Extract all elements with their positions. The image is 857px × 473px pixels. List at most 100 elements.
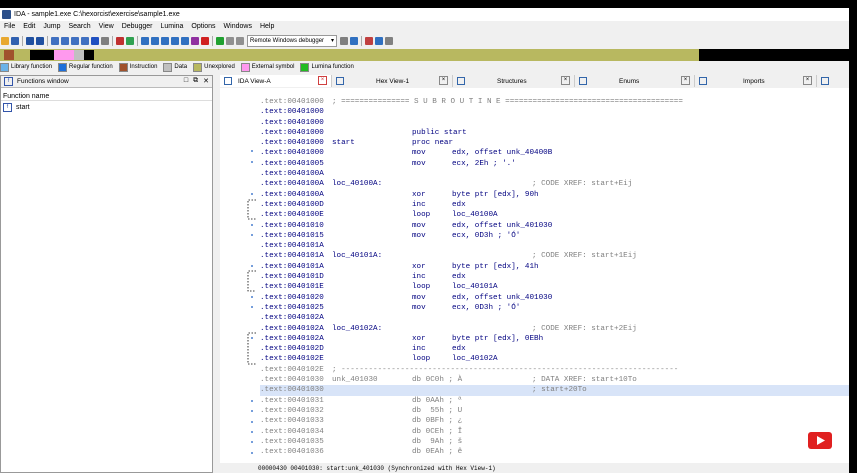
code-line[interactable]: .text:0040102A xor byte ptr [edx], 0EBh: [260, 334, 849, 344]
line-label[interactable]: loc_40100A:: [332, 179, 382, 189]
code-line[interactable]: .text:00401010 mov edx, offset unk_401030: [260, 221, 849, 231]
code-line[interactable]: .text:0040101A xor byte ptr [edx], 41h: [260, 262, 849, 272]
debugger-select[interactable]: Remote Windows debugger ▾: [247, 34, 337, 47]
line-label[interactable]: ; =============== S U B R O U T I N E ==…: [332, 97, 683, 107]
menu-lumina[interactable]: Lumina: [156, 23, 187, 30]
close-icon[interactable]: ×: [803, 76, 812, 85]
line-label[interactable]: unk_401030: [332, 375, 378, 385]
code-line[interactable]: .text:00401035 db 9Ah ; š: [260, 437, 849, 447]
code-line[interactable]: .text:00401031 db 0AAh ; ª: [260, 396, 849, 406]
menu-file[interactable]: File: [0, 23, 19, 30]
tab-enums[interactable]: Enums ×: [575, 75, 695, 87]
code-line[interactable]: .text:00401000 mov edx, offset unk_40400B: [260, 148, 849, 158]
patch-icon[interactable]: [191, 36, 199, 45]
code-line[interactable]: .text:0040100E loop loc_40100A: [260, 210, 849, 220]
line-operands[interactable]: ecx, 0D3h ; 'Ó': [452, 303, 520, 313]
delete-icon[interactable]: [201, 36, 209, 45]
refresh-icon[interactable]: [350, 36, 358, 45]
menu-windows[interactable]: Windows: [220, 23, 256, 30]
tab-imports[interactable]: Imports ×: [695, 75, 817, 87]
line-operands[interactable]: loc_40102A: [452, 354, 498, 364]
code-line[interactable]: .text:0040100A: [260, 169, 849, 179]
code-line[interactable]: .text:0040100D inc edx: [260, 200, 849, 210]
comment-icon[interactable]: [181, 36, 189, 45]
line-operands[interactable]: edx, offset unk_40400B: [452, 148, 552, 158]
start-debug-icon[interactable]: [216, 36, 224, 45]
code-line[interactable]: .text:0040101A: [260, 241, 849, 251]
tab-exports[interactable]: [817, 75, 849, 87]
menu-options[interactable]: Options: [187, 23, 219, 30]
code-line[interactable]: .text:00401000: [260, 107, 849, 117]
code-line[interactable]: .text:0040102A loc_40102A: ; CODE XREF: st…: [260, 324, 849, 334]
close-icon[interactable]: ×: [318, 76, 327, 85]
trace-icon[interactable]: [375, 36, 383, 45]
line-operands[interactable]: edx: [452, 344, 466, 354]
step-into-icon[interactable]: [340, 36, 348, 45]
menu-edit[interactable]: Edit: [19, 23, 39, 30]
code-line[interactable]: .text:0040102E loop loc_40102A: [260, 354, 849, 364]
code-line[interactable]: .text:00401000: [260, 118, 849, 128]
code-line[interactable]: .text:0040101E loop loc_40101A: [260, 282, 849, 292]
code-line[interactable]: .text:0040101A loc_40101A: ; CODE XREF: st…: [260, 251, 849, 261]
close-icon[interactable]: ×: [681, 76, 690, 85]
code-line[interactable]: .text:00401015 mov ecx, 0D3h ; 'Ó': [260, 231, 849, 241]
binary-icon[interactable]: [71, 36, 79, 45]
code-line[interactable]: .text:00401034 db 0CEh ; Î: [260, 427, 849, 437]
line-operands[interactable]: byte ptr [edx], 90h: [452, 190, 539, 200]
code-line[interactable]: .text:00401030 unk_401030 db 0C0h ; À ; DAT…: [260, 375, 849, 385]
line-operands[interactable]: ecx, 0D3h ; 'Ó': [452, 231, 520, 241]
code-line[interactable]: .text:0040102D inc edx: [260, 344, 849, 354]
float-icon[interactable]: ⧉: [193, 77, 198, 85]
disassembly-view[interactable]: .text:00401000 ; =============== S U B R …: [220, 88, 849, 463]
code-line[interactable]: .text:00401000 ; =============== S U B R …: [260, 97, 849, 107]
tab-ida-view-a[interactable]: IDA View-A ×: [220, 75, 332, 87]
line-operands[interactable]: edx, offset unk_401030: [452, 221, 552, 231]
minimize-icon[interactable]: □: [184, 77, 188, 85]
code-line[interactable]: .text:00401033 db 0BFh ; ¿: [260, 416, 849, 426]
line-operands[interactable]: loc_40100A: [452, 210, 498, 220]
code-line[interactable]: .text:00401025 mov ecx, 0D3h ; 'Ó': [260, 303, 849, 313]
code-line[interactable]: .text:0040102A: [260, 313, 849, 323]
back-icon[interactable]: [26, 36, 34, 45]
close-icon[interactable]: ✕: [203, 77, 209, 85]
copy-icon[interactable]: [51, 36, 59, 45]
function-list-item[interactable]: f start: [1, 102, 212, 112]
menu-help[interactable]: Help: [256, 23, 278, 30]
menu-search[interactable]: Search: [64, 23, 94, 30]
struct-icon[interactable]: [141, 36, 149, 45]
line-operands[interactable]: loc_40101A: [452, 282, 498, 292]
undefine-icon[interactable]: [101, 36, 109, 45]
line-label[interactable]: ; --------------------------------------…: [332, 365, 678, 375]
code-line[interactable]: .text:0040100A xor byte ptr [edx], 90h: [260, 190, 849, 200]
tab-structures[interactable]: Structures ×: [453, 75, 575, 87]
line-operands[interactable]: byte ptr [edx], 41h: [452, 262, 539, 272]
breakpoint-icon[interactable]: [365, 36, 373, 45]
code-line[interactable]: .text:00401000 public start: [260, 128, 849, 138]
tab-hex-view-1[interactable]: Hex View-1 ×: [332, 75, 453, 87]
subscribe-badge[interactable]: SUBSCRIBE: [800, 432, 843, 462]
name-icon[interactable]: [171, 36, 179, 45]
code-line[interactable]: .text:00401036 db 0EAh ; ê: [260, 447, 849, 457]
line-label[interactable]: loc_40101A:: [332, 251, 382, 261]
settings-icon[interactable]: [385, 36, 393, 45]
close-icon[interactable]: ×: [561, 76, 570, 85]
navigation-band[interactable]: [0, 49, 849, 61]
graph-icon[interactable]: [116, 36, 124, 45]
code-line[interactable]: .text:00401005 mov ecx, 2Eh ; '.': [260, 159, 849, 169]
paste-icon[interactable]: [61, 36, 69, 45]
line-operands[interactable]: byte ptr [edx], 0EBh: [452, 334, 543, 344]
menu-view[interactable]: View: [95, 23, 118, 30]
line-operands[interactable]: edx: [452, 272, 466, 282]
close-icon[interactable]: ×: [439, 76, 448, 85]
code-line[interactable]: .text:00401030 ; start+20To: [260, 385, 849, 396]
code-line[interactable]: .text:0040102E ; ------------------------…: [260, 365, 849, 375]
text-search-icon[interactable]: [81, 36, 89, 45]
open-icon[interactable]: [1, 36, 9, 45]
line-operands[interactable]: edx: [452, 200, 466, 210]
menu-jump[interactable]: Jump: [39, 23, 64, 30]
jump-down-icon[interactable]: [91, 36, 99, 45]
menu-debugger[interactable]: Debugger: [118, 23, 157, 30]
function-name-column-header[interactable]: Function name: [1, 88, 212, 101]
code-line[interactable]: .text:00401000 start proc near: [260, 138, 849, 148]
line-label[interactable]: start: [332, 138, 355, 148]
